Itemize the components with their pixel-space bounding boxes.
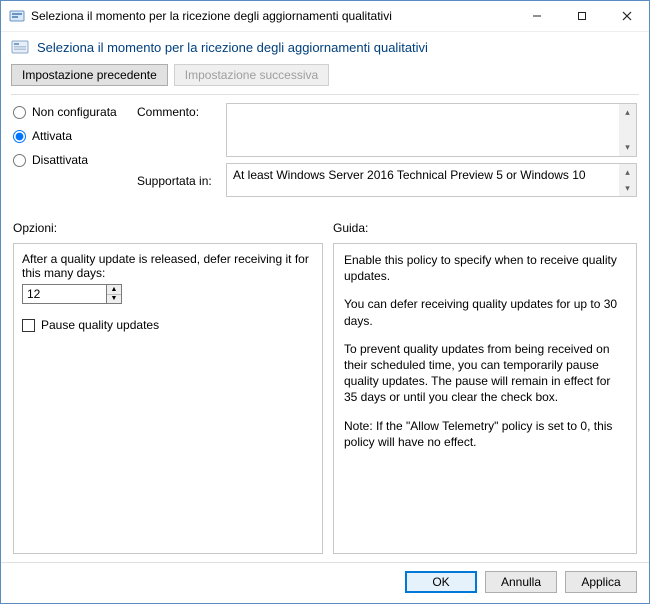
defer-days-label: After a quality update is released, defe…: [22, 252, 314, 280]
comment-textarea[interactable]: ▴ ▾: [226, 103, 637, 157]
radio-enabled-label: Attivata: [32, 129, 72, 143]
ok-button[interactable]: OK: [405, 571, 477, 593]
supported-label: Supportata in:: [137, 172, 222, 188]
apply-button[interactable]: Applica: [565, 571, 637, 593]
options-label: Opzioni:: [13, 221, 333, 235]
scroll-up-icon[interactable]: ▴: [619, 164, 636, 180]
supported-on-text: At least Windows Server 2016 Technical P…: [233, 168, 586, 182]
panels: After a quality update is released, defe…: [1, 239, 649, 554]
nav-row: Impostazione precedente Impostazione suc…: [1, 60, 649, 94]
previous-setting-button[interactable]: Impostazione precedente: [11, 64, 168, 86]
help-paragraph: Enable this policy to specify when to re…: [344, 252, 626, 284]
radio-disabled-label: Disattivata: [32, 153, 88, 167]
scroll-up-icon[interactable]: ▴: [619, 104, 636, 121]
defer-days-input[interactable]: [22, 284, 106, 304]
spinner-buttons[interactable]: ▲ ▼: [106, 284, 122, 304]
defer-days-spinner[interactable]: ▲ ▼: [22, 284, 314, 304]
policy-icon: [11, 38, 29, 56]
spinner-up-icon[interactable]: ▲: [107, 285, 121, 295]
options-panel: After a quality update is released, defe…: [13, 243, 323, 554]
radio-not-configured[interactable]: Non configurata: [13, 105, 133, 119]
state-radios: Non configurata Attivata Disattivata: [13, 103, 133, 167]
help-paragraph: You can defer receiving quality updates …: [344, 296, 626, 328]
scroll-down-icon[interactable]: ▾: [619, 180, 636, 196]
app-icon: [9, 8, 25, 24]
scroll-down-icon[interactable]: ▾: [619, 139, 636, 156]
comment-label: Commento:: [137, 103, 222, 119]
pause-updates-checkbox[interactable]: Pause quality updates: [22, 318, 314, 332]
radio-disabled-input[interactable]: [13, 154, 26, 167]
comment-scrollbar[interactable]: ▴ ▾: [619, 104, 636, 156]
help-paragraph: To prevent quality updates from being re…: [344, 341, 626, 406]
help-paragraph: Note: If the "Allow Telemetry" policy is…: [344, 418, 626, 450]
minimize-button[interactable]: [514, 1, 559, 31]
radio-not-configured-input[interactable]: [13, 106, 26, 119]
dialog-window: Seleziona il momento per la ricezione de…: [0, 0, 650, 604]
cancel-button[interactable]: Annulla: [485, 571, 557, 593]
divider: [11, 94, 639, 95]
help-label: Guida:: [333, 221, 637, 235]
maximize-button[interactable]: [559, 1, 604, 31]
supported-on-box: At least Windows Server 2016 Technical P…: [226, 163, 637, 197]
radio-enabled-input[interactable]: [13, 130, 26, 143]
radio-disabled[interactable]: Disattivata: [13, 153, 133, 167]
close-button[interactable]: [604, 1, 649, 31]
upper-section: Non configurata Attivata Disattivata Com…: [1, 101, 649, 207]
pause-updates-label: Pause quality updates: [41, 318, 159, 332]
supported-scrollbar[interactable]: ▴ ▾: [619, 164, 636, 196]
header-strip: Seleziona il momento per la ricezione de…: [1, 32, 649, 60]
window-buttons: [514, 1, 649, 31]
radio-enabled[interactable]: Attivata: [13, 129, 133, 143]
header-title: Seleziona il momento per la ricezione de…: [37, 40, 428, 55]
window-title: Seleziona il momento per la ricezione de…: [31, 9, 514, 23]
next-setting-button: Impostazione successiva: [174, 64, 329, 86]
spinner-down-icon[interactable]: ▼: [107, 295, 121, 304]
help-panel: Enable this policy to specify when to re…: [333, 243, 637, 554]
checkbox-box[interactable]: [22, 319, 35, 332]
section-labels: Opzioni: Guida:: [1, 207, 649, 239]
radio-not-configured-label: Non configurata: [32, 105, 117, 119]
titlebar: Seleziona il momento per la ricezione de…: [1, 1, 649, 32]
footer: OK Annulla Applica: [1, 562, 649, 603]
